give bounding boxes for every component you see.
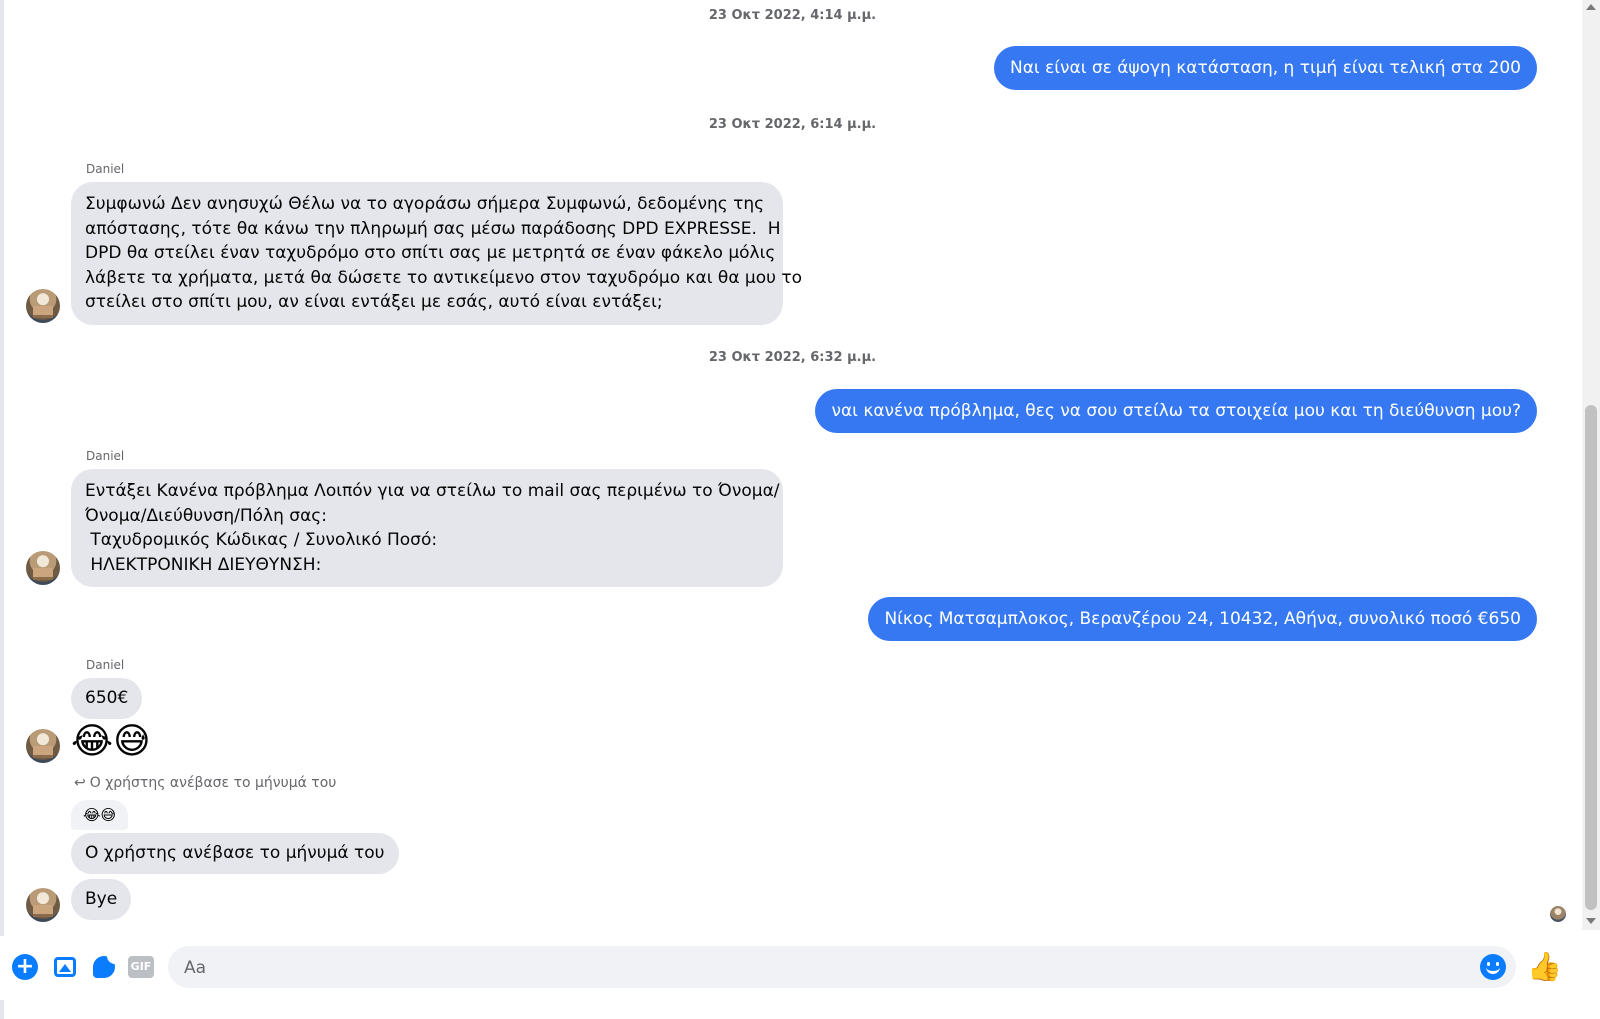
incoming-message[interactable]: Bye xyxy=(71,879,132,920)
message-line: στείλει στο σπίτι μου, αν είναι εντάξει … xyxy=(85,292,663,312)
like-icon[interactable]: 👍 xyxy=(1527,952,1562,982)
scroll-down-arrow-icon[interactable] xyxy=(1586,918,1596,924)
scroll-up-arrow-icon[interactable] xyxy=(1586,4,1596,10)
gif-label: GIF xyxy=(128,956,154,978)
message-line: Ταχυδρομικός Κώδικας / Συνολικό Ποσό: xyxy=(85,530,438,550)
message-line: απόστασης, τότε θα κάνω την πληρωμή σας … xyxy=(85,218,781,239)
sticker-icon[interactable] xyxy=(91,954,117,980)
avatar[interactable] xyxy=(26,289,60,323)
message-line: DPD θα στείλει έναν ταχυδρόμο στο σπίτι … xyxy=(85,243,776,263)
message-line: Συμφωνώ Δεν ανησυχώ Θέλω να το αγοράσω σ… xyxy=(85,194,765,214)
sender-name: Daniel xyxy=(86,658,125,672)
outgoing-message[interactable]: Νίκος Ματσαμπλοκος, Βερανζέρου 24, 10432… xyxy=(868,597,1537,641)
read-receipt-avatar xyxy=(1550,906,1566,922)
outgoing-message[interactable]: Ναι είναι σε άψογη κατάσταση, η τιμή είν… xyxy=(993,46,1537,90)
message-input-container[interactable] xyxy=(168,946,1516,990)
incoming-message[interactable]: Ο χρήστης ανέβασε το μήνυμά του xyxy=(71,833,399,874)
outgoing-message[interactable]: ναι κανένα πρόβλημα, θες να σου στείλω τ… xyxy=(815,389,1537,433)
conversation-thread[interactable]: 23 Οκτ 2022, 4:14 μ.μ. Ναι είναι σε άψογ… xyxy=(4,0,1581,950)
incoming-message[interactable]: Εντάξει Κανένα πρόβλημα Λοιπόν για να στ… xyxy=(71,469,783,587)
gif-icon[interactable]: GIF xyxy=(128,954,154,980)
plus-icon[interactable]: + xyxy=(12,954,38,980)
message-composer: + GIF 👍 xyxy=(0,936,1600,1000)
reply-indicator: ↩ Ο χρήστης ανέβασε το μήνυμά του xyxy=(74,775,336,791)
avatar[interactable] xyxy=(26,551,60,585)
avatar[interactable] xyxy=(26,729,60,763)
timestamp: 23 Οκτ 2022, 6:32 μ.μ. xyxy=(708,350,877,365)
photo-frame xyxy=(54,957,76,977)
scrollbar-thumb[interactable] xyxy=(1585,405,1597,910)
message-input[interactable] xyxy=(182,946,1466,990)
message-line: Εντάξει Κανένα πρόβλημα Λοιπόν για να στ… xyxy=(85,481,780,501)
reply-note-text: Ο χρήστης ανέβασε το μήνυμά του xyxy=(89,775,337,791)
quoted-message[interactable]: 😂😅 xyxy=(71,800,129,830)
message-line: λάβετε τα χρήματα, μετά θα δώσετε το αντ… xyxy=(85,267,803,288)
incoming-message[interactable]: Συμφωνώ Δεν ανησυχώ Θέλω να το αγοράσω σ… xyxy=(71,182,803,325)
reply-arrow-icon: ↩ xyxy=(74,775,86,791)
sender-name: Daniel xyxy=(86,449,125,463)
sender-name: Daniel xyxy=(86,162,125,176)
message-line: Όνομα/Διεύθυνση/Πόλη σας: xyxy=(85,505,327,526)
timestamp: 23 Οκτ 2022, 6:14 μ.μ. xyxy=(708,117,877,132)
sticker-shape xyxy=(93,956,115,978)
scrollbar[interactable] xyxy=(1582,0,1600,930)
emoji-message[interactable]: 😂😅 xyxy=(71,722,151,762)
incoming-message[interactable]: 650€ xyxy=(71,678,143,719)
emoji-icon[interactable] xyxy=(1480,954,1506,980)
photo-icon[interactable] xyxy=(52,954,78,980)
avatar[interactable] xyxy=(26,888,60,922)
message-line: ΗΛΕΚΤΡΟΝΙΚΗ ΔΙΕΥΘΥΝΣΗ: xyxy=(85,554,322,575)
timestamp: 23 Οκτ 2022, 4:14 μ.μ. xyxy=(708,8,877,23)
